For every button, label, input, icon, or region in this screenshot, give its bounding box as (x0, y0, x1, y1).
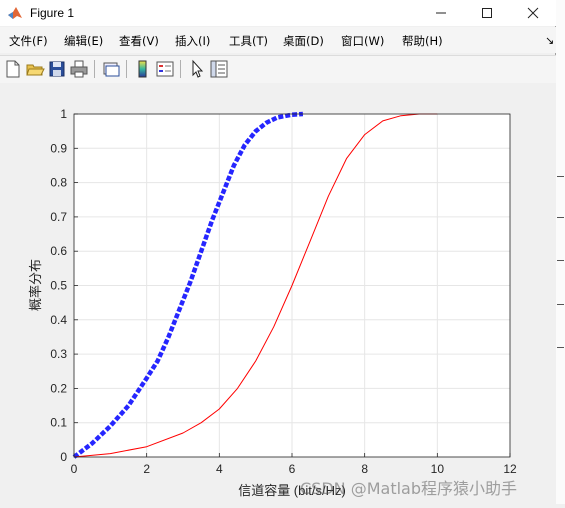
y-tick-label: 0.8 (50, 176, 67, 190)
x-tick-label: 12 (503, 462, 517, 476)
figure-toolbar (0, 55, 556, 84)
y-axis-label: 概率分布 (28, 259, 43, 311)
colorbar-icon[interactable] (133, 59, 153, 79)
toolbar-separator (180, 60, 181, 78)
cdf-plot[interactable]: 0 2 4 6 8 10 12 00.10.20.30.40.50.60.70.80.91 … (0, 83, 556, 504)
edge-mark (557, 304, 564, 305)
pointer-icon[interactable] (187, 59, 207, 79)
maximize-button[interactable] (464, 0, 510, 26)
edge-mark (557, 217, 564, 218)
save-icon[interactable] (47, 59, 67, 79)
y-tick-label: 0.1 (50, 416, 67, 430)
x-tick-label: 8 (361, 462, 368, 476)
y-tick-label: 0.4 (50, 313, 67, 327)
matlab-logo-icon (8, 7, 22, 19)
menu-desktop[interactable]: 桌面(D) (283, 33, 324, 49)
menu-bar: 文件(F) 编辑(E) 查看(V) 插入(I) 工具(T) 桌面(D) 窗口(W… (0, 27, 556, 53)
y-tick-label: 0.2 (50, 381, 67, 395)
edge-mark (557, 260, 564, 261)
y-tick-label: 0.6 (50, 244, 67, 258)
minimize-icon (436, 12, 446, 14)
close-icon (527, 7, 539, 19)
close-button[interactable] (510, 0, 556, 26)
edge-mark (557, 347, 564, 348)
y-tick-label: 0 (60, 450, 67, 464)
toolbar-separator (94, 60, 95, 78)
minimize-button[interactable] (418, 0, 464, 26)
menu-overflow-arrow[interactable]: ↘ (545, 34, 554, 47)
menu-view[interactable]: 查看(V) (119, 33, 159, 49)
menu-window[interactable]: 窗口(W) (341, 33, 384, 49)
title-bar[interactable]: Figure 1 (0, 0, 556, 26)
figure-window: Figure 1 文件(F) 编辑(E) 查看(V) 插入(I) 工具(T) 桌… (0, 0, 556, 504)
menu-file[interactable]: 文件(F) (9, 33, 48, 49)
maximize-icon (482, 8, 492, 18)
window-title: Figure 1 (30, 6, 75, 20)
print-icon[interactable] (69, 59, 89, 79)
y-tick-label: 0.7 (50, 210, 67, 224)
background-window-edge (556, 0, 565, 504)
link-plot-icon[interactable] (101, 59, 121, 79)
x-tick-label: 4 (216, 462, 223, 476)
menu-insert[interactable]: 插入(I) (175, 33, 210, 49)
x-tick-label: 6 (289, 462, 296, 476)
menu-tools[interactable]: 工具(T) (229, 33, 268, 49)
x-tick-label: 0 (71, 462, 78, 476)
new-figure-icon[interactable] (3, 59, 23, 79)
edge-mark (557, 176, 564, 177)
toolbar-separator (126, 60, 127, 78)
menu-help[interactable]: 帮助(H) (402, 33, 443, 49)
x-tick-label: 10 (431, 462, 445, 476)
property-editor-icon[interactable] (209, 59, 229, 79)
open-file-icon[interactable] (25, 59, 45, 79)
legend-icon[interactable] (155, 59, 175, 79)
y-tick-labels: 0 0.1 0.2 0.3 0.4 0.5 0.6 0.7 0.8 0.9 1 (50, 107, 67, 464)
x-tick-labels: 0 2 4 6 8 10 12 (71, 462, 517, 476)
menu-edit[interactable]: 编辑(E) (64, 33, 103, 49)
watermark-text: CSDN @Matlab程序猿小助手 (300, 479, 517, 498)
figure-canvas: 0 2 4 6 8 10 12 0 0.1 0.2 0.3 0.4 0.5 0.6 0.7 0.8 0.9 1 … (0, 83, 556, 504)
y-tick-label: 0.3 (50, 347, 67, 361)
y-tick-label: 0.9 (50, 141, 67, 155)
y-tick-label: 0.5 (50, 279, 67, 293)
x-tick-label: 2 (143, 462, 150, 476)
y-tick-label: 1 (60, 107, 67, 121)
